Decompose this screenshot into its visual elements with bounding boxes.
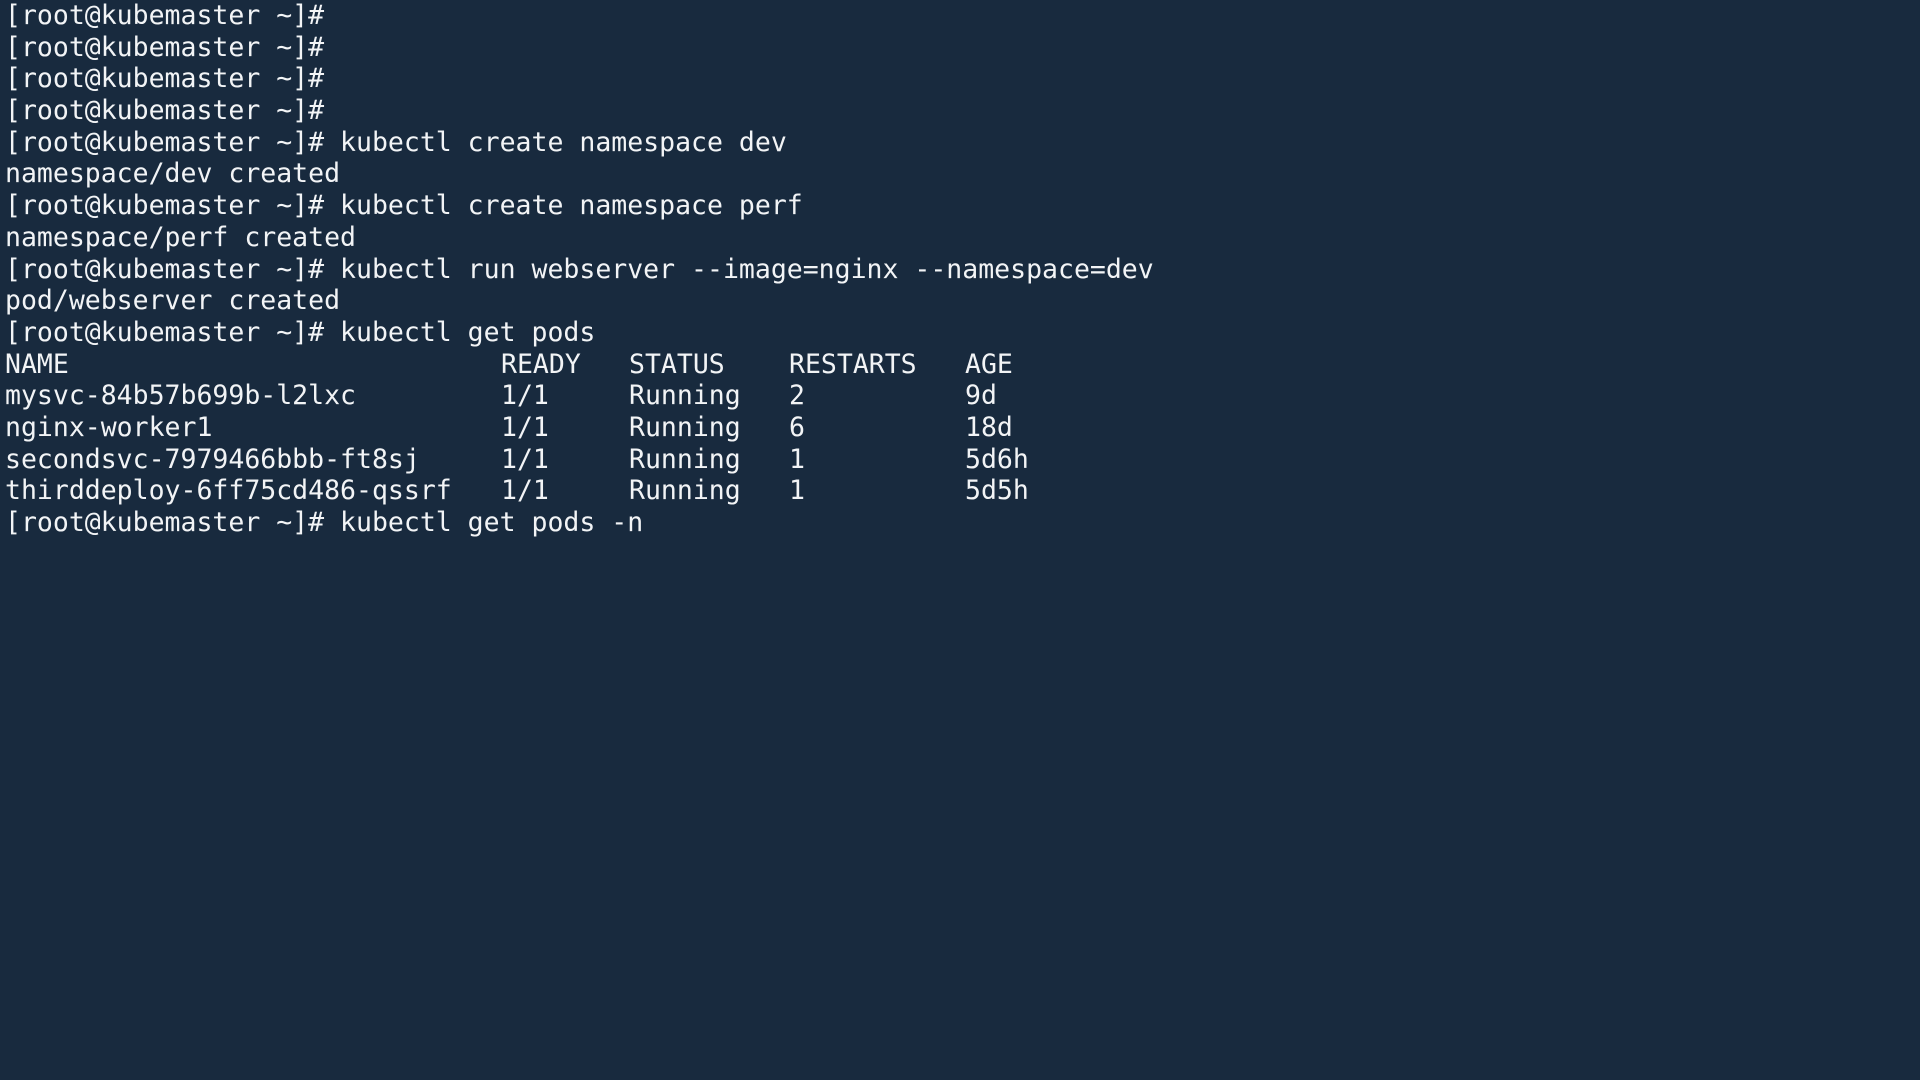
command-text: kubectl create namespace perf <box>340 190 803 222</box>
column-header-status: STATUS <box>629 348 725 380</box>
command-output: pod/webserver created <box>5 285 341 317</box>
terminal-line: [root@kubemaster ~]# <box>5 95 1920 127</box>
pod-name: mysvc-84b57b699b-l2lxc <box>5 380 356 412</box>
pod-ready: 1/1 <box>501 443 549 475</box>
pod-age: 18d <box>965 411 1013 443</box>
terminal-line: [root@kubemaster ~]# kubectl create name… <box>5 127 1920 159</box>
pod-restarts: 2 <box>789 380 805 412</box>
command-text: kubectl get pods <box>340 316 596 348</box>
shell-prompt: [root@kubemaster ~]# <box>5 126 341 158</box>
shell-prompt: [root@kubemaster ~]# <box>5 316 341 348</box>
column-header-restarts: RESTARTS <box>789 348 917 380</box>
pod-age: 5d5h <box>965 475 1029 507</box>
column-header-ready: READY <box>501 348 581 380</box>
pod-age: 5d6h <box>965 443 1029 475</box>
terminal-line: [root@kubemaster ~]# <box>5 32 1920 64</box>
pod-age: 9d <box>965 380 997 412</box>
command-output: namespace/perf created <box>5 221 356 253</box>
pod-status: Running <box>629 443 741 475</box>
pod-status: Running <box>629 411 741 443</box>
pod-ready: 1/1 <box>501 411 549 443</box>
command-output: namespace/dev created <box>5 158 341 190</box>
pod-restarts: 1 <box>789 475 805 507</box>
terminal-line: [root@kubemaster ~]# kubectl run webserv… <box>5 254 1920 286</box>
command-input[interactable]: kubectl get pods -n <box>340 507 643 538</box>
pod-status: Running <box>629 475 741 507</box>
shell-prompt: [root@kubemaster ~]# <box>5 31 341 63</box>
shell-prompt: [root@kubemaster ~]# <box>5 95 341 127</box>
pod-ready: 1/1 <box>501 475 549 507</box>
shell-prompt: [root@kubemaster ~]# <box>5 0 341 31</box>
pod-name: nginx-worker1 <box>5 411 213 443</box>
shell-prompt: [root@kubemaster ~]# <box>5 190 341 222</box>
pod-ready: 1/1 <box>501 380 549 412</box>
current-input-line[interactable]: [root@kubemaster ~]# kubectl get pods -n <box>5 507 1920 539</box>
command-text: kubectl create namespace dev <box>340 126 787 158</box>
pod-restarts: 1 <box>789 443 805 475</box>
shell-prompt: [root@kubemaster ~]# <box>5 63 341 95</box>
shell-prompt: [root@kubemaster ~]# <box>5 253 341 285</box>
command-text: kubectl run webserver --image=nginx --na… <box>340 253 1154 285</box>
pod-restarts: 6 <box>789 411 805 443</box>
pod-name: secondsvc-7979466bbb-ft8sj <box>5 443 420 475</box>
table-row: secondsvc-7979466bbb-ft8sj 1/1 Running 1… <box>5 444 1920 476</box>
pod-name: thirddeploy-6ff75cd486-qssrf <box>5 475 452 507</box>
terminal-window[interactable]: [root@kubemaster ~]# [root@kubemaster ~]… <box>0 0 1920 1080</box>
pods-table-header: NAME READY STATUS RESTARTS AGE <box>5 349 1920 381</box>
terminal-line: [root@kubemaster ~]# <box>5 0 1920 32</box>
terminal-line: [root@kubemaster ~]# <box>5 63 1920 95</box>
table-row: thirddeploy-6ff75cd486-qssrf 1/1 Running… <box>5 475 1920 507</box>
pod-status: Running <box>629 380 741 412</box>
table-row: nginx-worker1 1/1 Running 6 18d <box>5 412 1920 444</box>
column-header-name: NAME <box>5 348 69 380</box>
column-header-age: AGE <box>965 348 1013 380</box>
terminal-line: [root@kubemaster ~]# kubectl create name… <box>5 190 1920 222</box>
table-row: mysvc-84b57b699b-l2lxc 1/1 Running 2 9d <box>5 380 1920 412</box>
terminal-line: [root@kubemaster ~]# kubectl get pods <box>5 317 1920 349</box>
